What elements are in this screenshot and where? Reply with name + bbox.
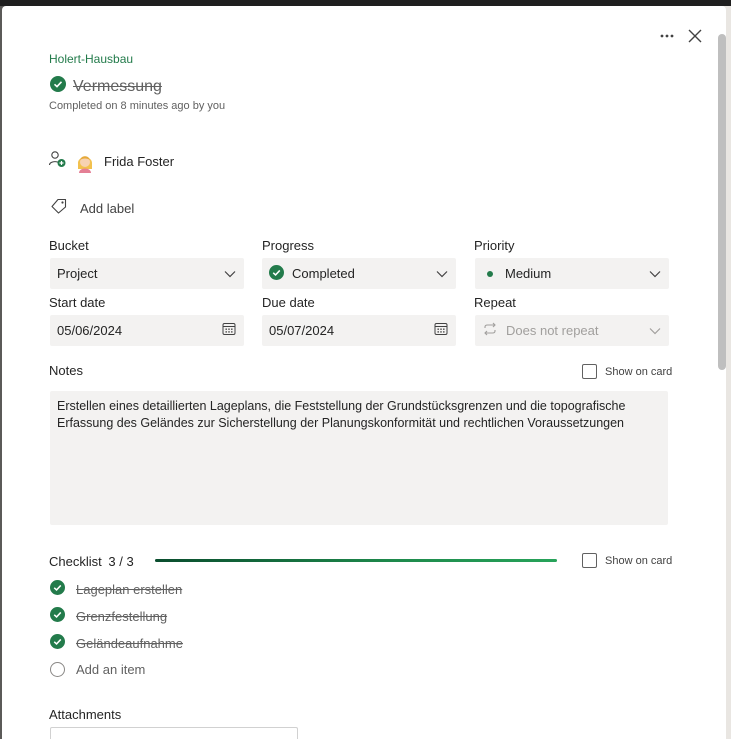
due-date-label: Due date — [262, 295, 315, 310]
task-details-dialog: Holert-Hausbau Vermessung Completed on 8… — [2, 6, 726, 739]
dialog-actions — [655, 24, 707, 48]
more-icon[interactable] — [655, 24, 679, 48]
notes-show-on-card[interactable]: Show on card — [582, 364, 672, 379]
priority-value: Medium — [505, 266, 552, 281]
avatar[interactable] — [74, 151, 96, 173]
task-title-row: Vermessung — [50, 76, 162, 97]
plan-name[interactable]: Holert-Hausbau — [49, 52, 133, 66]
checklist-item-text[interactable]: Lageplan erstellen — [76, 582, 182, 597]
checklist-item: Lageplan erstellen — [50, 580, 182, 598]
attachments-label: Attachments — [49, 707, 122, 722]
calendar-icon[interactable] — [434, 322, 448, 339]
completion-status: Completed on 8 minutes ago by you — [49, 100, 226, 112]
checklist-count: 3 / 3 — [108, 554, 134, 569]
add-checklist-item[interactable]: Add an item — [50, 662, 145, 677]
notes-label: Notes — [49, 363, 83, 378]
check-circle-icon[interactable] — [50, 580, 65, 598]
show-on-card-label: Show on card — [605, 554, 673, 567]
progress-select[interactable]: Completed — [262, 258, 456, 289]
due-date-value: 05/07/2024 — [269, 323, 335, 338]
add-item-input[interactable]: Add an item — [76, 662, 145, 677]
show-on-card-label: Show on card — [605, 365, 673, 378]
add-label-text: Add label — [80, 201, 135, 216]
checklist-progress-bar — [155, 559, 557, 562]
show-on-card-checkbox[interactable] — [582, 364, 597, 379]
scrollbar-thumb[interactable] — [718, 34, 726, 370]
checklist-header: Checklist 3 / 3 — [49, 554, 134, 569]
tag-icon — [50, 198, 68, 219]
close-icon[interactable] — [683, 24, 707, 48]
chevron-down-icon — [649, 323, 661, 338]
chevron-down-icon — [649, 266, 661, 281]
chevron-down-icon — [436, 266, 448, 281]
bucket-value: Project — [57, 266, 98, 281]
checklist-show-on-card[interactable]: Show on card — [582, 553, 672, 568]
check-circle-icon — [269, 264, 284, 283]
notes-textarea[interactable]: Erstellen eines detaillierten Lageplans,… — [50, 391, 668, 525]
checklist-item-text[interactable]: Grenzfestellung — [76, 609, 167, 624]
priority-dot-icon — [487, 270, 493, 277]
assignment-row: Frida Foster — [48, 150, 174, 173]
bucket-label: Bucket — [49, 238, 89, 253]
start-date-label: Start date — [49, 295, 106, 310]
repeat-label: Repeat — [474, 295, 516, 310]
checklist-item: Grenzfestellung — [50, 607, 167, 625]
person-add-icon[interactable] — [48, 150, 66, 173]
check-circle-icon[interactable] — [50, 76, 66, 97]
repeat-icon — [482, 322, 498, 339]
bucket-select[interactable]: Project — [50, 258, 244, 289]
checklist-label: Checklist — [49, 554, 102, 569]
start-date-value: 05/06/2024 — [57, 323, 123, 338]
checklist-item-text[interactable]: Geländeaufnahme — [76, 636, 183, 651]
start-date-input[interactable]: 05/06/2024 — [50, 315, 244, 346]
repeat-select[interactable]: Does not repeat — [475, 315, 669, 346]
progress-label: Progress — [262, 238, 315, 253]
assignee-name[interactable]: Frida Foster — [104, 154, 174, 169]
check-circle-icon[interactable] — [50, 634, 65, 652]
due-date-input[interactable]: 05/07/2024 — [262, 315, 456, 346]
chevron-down-icon — [224, 266, 236, 281]
priority-label: Priority — [474, 238, 515, 253]
show-on-card-checkbox[interactable] — [582, 553, 597, 568]
priority-select[interactable]: Medium — [475, 258, 669, 289]
check-circle-icon[interactable] — [50, 607, 65, 625]
repeat-value: Does not repeat — [506, 323, 599, 338]
empty-circle-icon — [50, 662, 65, 677]
checklist-item: Geländeaufnahme — [50, 634, 183, 652]
calendar-icon[interactable] — [222, 322, 236, 339]
checklist-progress-fill — [155, 559, 557, 562]
task-title[interactable]: Vermessung — [73, 78, 162, 96]
progress-value: Completed — [292, 266, 355, 281]
add-attachment-button[interactable] — [50, 727, 298, 739]
add-label-row[interactable]: Add label — [50, 198, 134, 219]
